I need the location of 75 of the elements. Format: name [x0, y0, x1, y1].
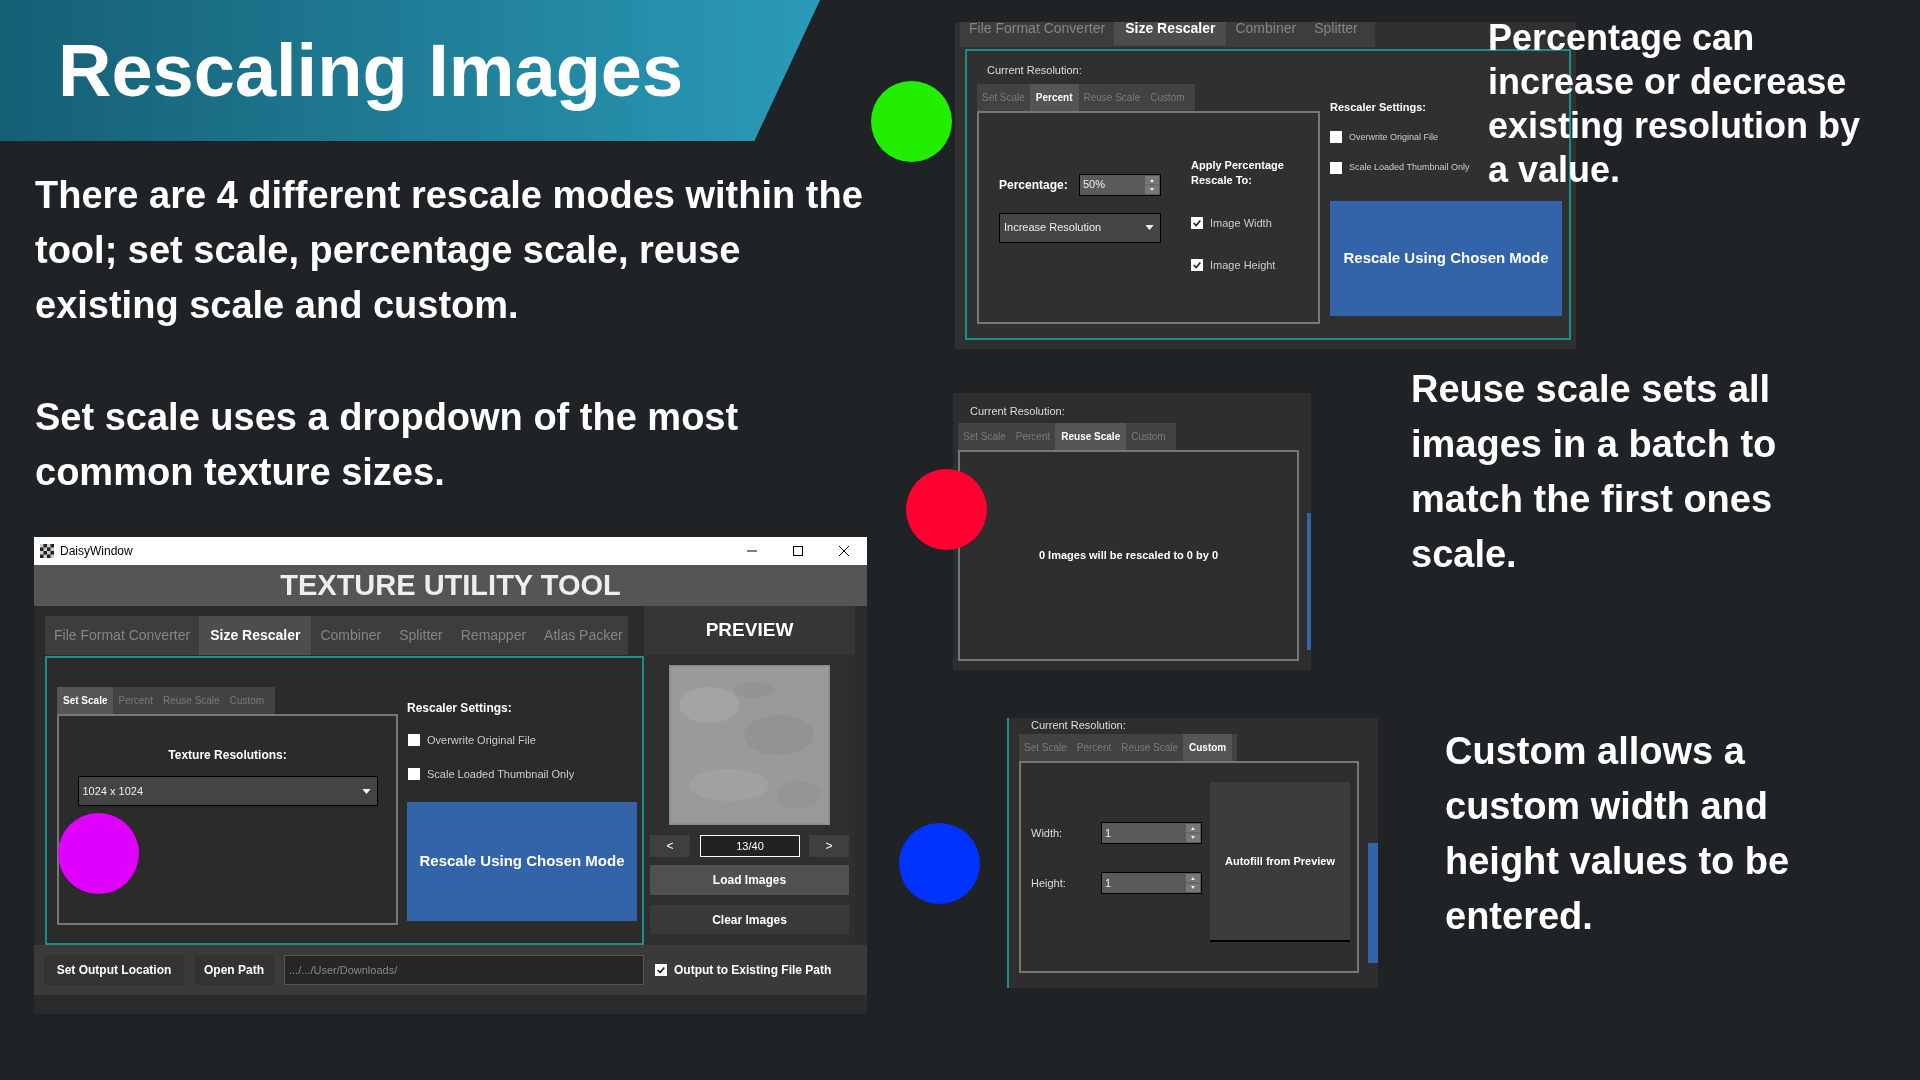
dropdown[interactable]: 1024 x 1024	[77, 776, 378, 806]
current-resolution-label: Current Resolution:	[987, 63, 1083, 78]
spin-arrows-icon[interactable]	[1145, 175, 1159, 194]
next-button[interactable]: >	[809, 835, 849, 857]
checkbox[interactable]	[1191, 259, 1203, 272]
apply-label: Apply Percentage Rescale To:	[1191, 157, 1285, 188]
mode-tab[interactable]: Set Scale	[57, 687, 114, 714]
checkbox[interactable]	[655, 964, 667, 976]
slide-title: Rescaling Images	[58, 28, 684, 114]
tab[interactable]: Combiner	[1226, 22, 1306, 45]
field-label: Texture Resolutions:	[168, 747, 287, 764]
mode-tab[interactable]: Percent	[1010, 422, 1056, 450]
settings-title: Rescaler Settings:	[1330, 100, 1427, 115]
checkbox-label: Image Height	[1210, 258, 1276, 273]
number-field[interactable]: 1	[1101, 872, 1202, 894]
tab[interactable]: Remapper	[451, 616, 536, 655]
tab[interactable]: Size Rescaler	[199, 616, 312, 655]
tab[interactable]: Combiner	[311, 616, 391, 655]
checkbox-label: Image Width	[1210, 215, 1272, 231]
mode-tab[interactable]: Percent	[113, 687, 158, 714]
checkbox[interactable]	[1191, 216, 1203, 229]
open-path-button[interactable]: Open Path	[194, 955, 274, 985]
current-resolution-label: Current Resolution:	[1031, 718, 1127, 732]
caret-icon	[361, 788, 371, 794]
slide-caption: Custom allows a custom width and height values to be entered.	[1445, 729, 1791, 939]
rescale-button[interactable]: Rescale Using Chosen Mode	[1330, 200, 1562, 316]
dropdown[interactable]: Increase Resolution	[999, 212, 1161, 243]
spin-arrows-icon[interactable]	[1186, 874, 1200, 892]
path-field[interactable]: .../.../User/Downloads/	[284, 955, 644, 985]
set-output-button[interactable]: Set Output Location	[44, 955, 184, 985]
tab[interactable]: File Format Converter	[960, 22, 1115, 45]
mode-tab[interactable]: Percent	[1071, 734, 1117, 761]
app-icon	[40, 544, 54, 558]
load-images-button[interactable]: Load Images	[650, 865, 849, 895]
checkbox[interactable]	[408, 734, 420, 747]
field-label: Width:	[1031, 825, 1064, 841]
tab[interactable]: Size Rescaler	[1114, 22, 1227, 45]
slide-paragraph: There are 4 different rescale modes within the tool; set scale, percentage scale, reuse existing scale and custom.	[35, 173, 864, 328]
slide-caption: Percentage can increase or decrease existing resolution by a value.	[1488, 16, 1862, 192]
window-title: DaisyWindow	[60, 543, 134, 560]
rescale-button[interactable]: Rescale Using Chosen Mode	[407, 802, 637, 921]
rescale-message: 0 Images will be rescaled to 0 by 0	[1038, 547, 1219, 563]
field-label: Height:	[1031, 875, 1067, 891]
maximize-icon	[793, 546, 803, 556]
number-field[interactable]: 50%	[1079, 173, 1161, 196]
checkbox-label: Output to Existing File Path	[674, 962, 832, 979]
checkbox-label: Overwrite Original File	[427, 733, 536, 748]
counter-field: 13/40	[700, 835, 800, 857]
checkbox[interactable]	[1330, 161, 1342, 174]
checkbox-label: Scale Loaded Thumbnail Only	[427, 766, 575, 782]
slide-caption: Reuse scale sets all images in a batch to match the first ones scale.	[1411, 367, 1778, 577]
caret-icon	[1145, 225, 1154, 230]
checkbox-label: Scale Loaded Thumbnail Only	[1349, 161, 1470, 174]
settings-title: Rescaler Settings:	[407, 700, 513, 717]
previous-button[interactable]: <	[650, 835, 690, 857]
preview-title: PREVIEW	[644, 606, 855, 655]
spin-arrows-icon[interactable]	[1186, 824, 1200, 842]
tab[interactable]: Atlas Packer	[535, 616, 632, 655]
clear-images-button[interactable]: Clear Images	[650, 905, 849, 934]
mode-tab[interactable]: Percent	[1029, 83, 1079, 111]
autofill-button[interactable]: Autofill from Preview	[1210, 782, 1350, 942]
tab[interactable]: Splitter	[390, 616, 452, 655]
close-icon	[839, 546, 849, 556]
current-resolution-label: Current Resolution:	[970, 404, 1066, 419]
mode-tab[interactable]: Reuse Scale	[1055, 422, 1127, 450]
app-title: TEXTURE UTILITY TOOL	[34, 565, 867, 606]
field-label: Percentage:	[999, 176, 1069, 194]
checkbox[interactable]	[1330, 131, 1342, 144]
checkbox-label: Overwrite Original File	[1349, 130, 1439, 144]
mode-tab[interactable]: Custom	[1183, 734, 1233, 761]
tab[interactable]: File Format Converter	[45, 616, 200, 655]
number-field[interactable]: 1	[1101, 822, 1202, 844]
checkbox[interactable]	[408, 767, 420, 780]
slide-paragraph: Set scale uses a dropdown of the most common texture sizes.	[35, 395, 740, 495]
tab[interactable]: Splitter	[1305, 22, 1367, 45]
